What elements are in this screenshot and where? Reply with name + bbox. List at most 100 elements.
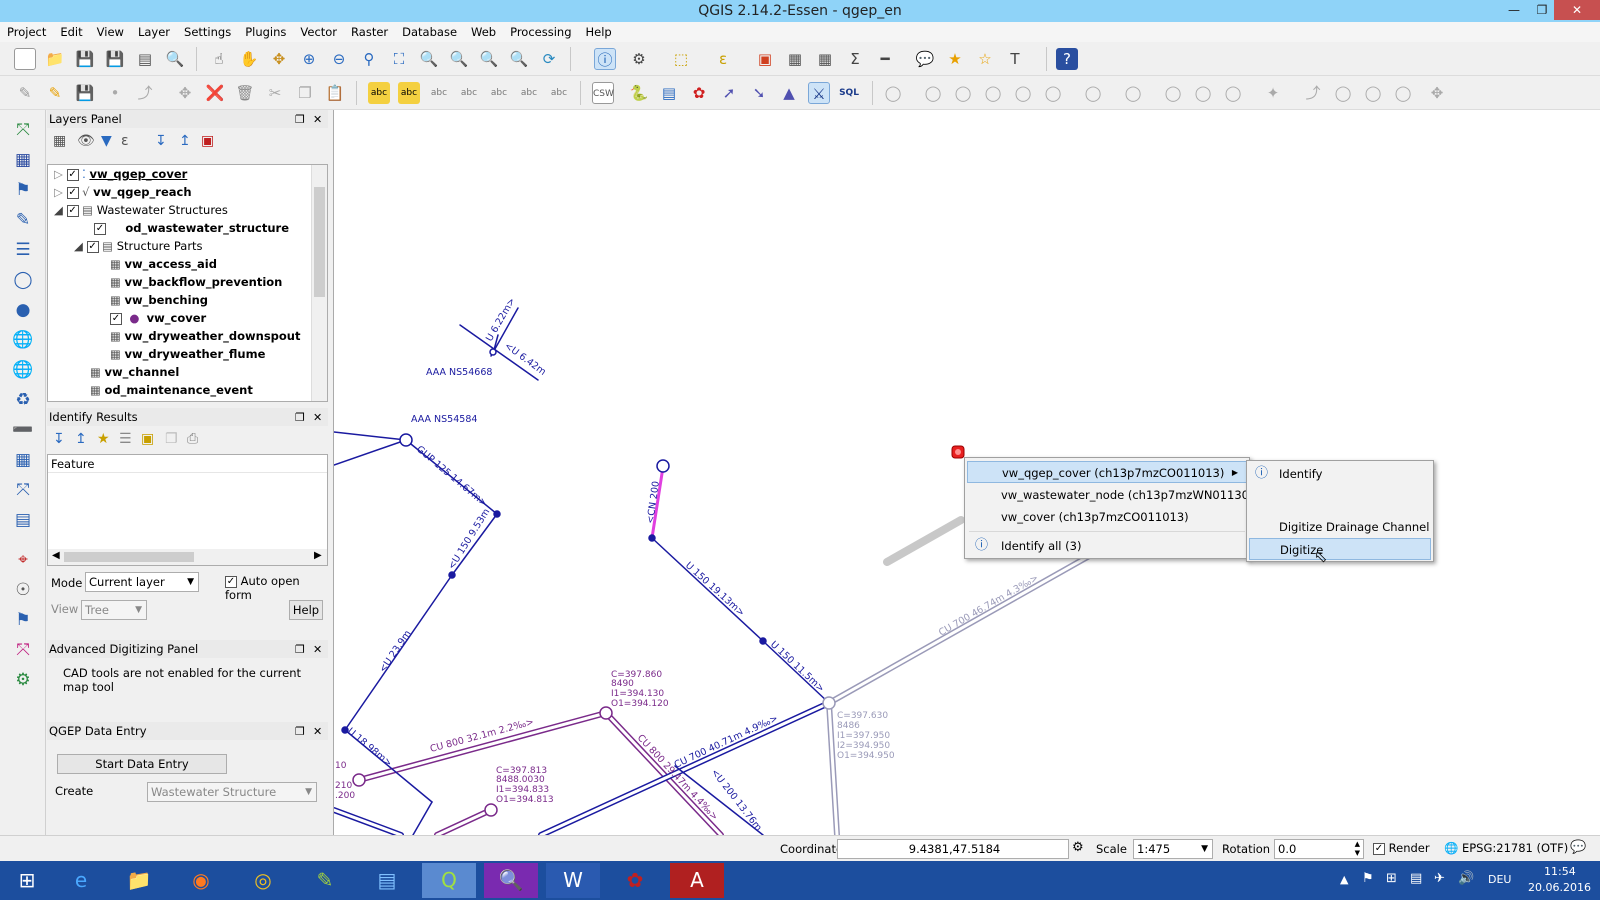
qgep-logo-icon[interactable]: ✿ [688,82,710,104]
offset-curve-icon[interactable]: ◯ [1082,82,1104,104]
access-icon[interactable]: A [670,863,724,898]
layer-row[interactable]: ▦ vw_benching [110,291,208,309]
add-oracle-layer-icon[interactable]: ● [10,298,36,322]
menu-edit[interactable]: Edit [53,22,89,42]
float-panel-icon[interactable]: ❐ [295,723,305,741]
layer-row[interactable]: ▦ vw_channel [90,363,179,381]
paste-features-icon[interactable]: 📋 [324,82,346,104]
split-parts-icon[interactable]: ◯ [1162,82,1184,104]
layer-row[interactable]: ▷ ✓ √ vw_qgep_reach [54,183,192,201]
delete-part-icon[interactable]: ◯ [1012,82,1034,104]
auto-open-form-checkbox[interactable]: ✓ Auto open form [225,574,328,602]
add-ring-icon[interactable]: ◯ [882,82,904,104]
add-circular-radius-icon[interactable]: ◯ [1362,82,1384,104]
add-mssql-layer-icon[interactable]: ☰ [10,238,36,262]
composer-manager-icon[interactable]: 🔍 [164,48,186,70]
zoom-layer-icon[interactable]: 🔍 [448,48,470,70]
close-panel-icon[interactable]: ✕ [313,111,322,129]
close-icon[interactable]: ✕ [1554,0,1600,20]
scale-select[interactable]: 1:475 ▼ [1133,839,1213,859]
pgadmin-icon[interactable]: ✿ [608,863,662,898]
add-group-icon[interactable]: ▦ [53,133,66,149]
pan-to-selection-icon[interactable]: ✥ [268,48,290,70]
expand-all-icon[interactable]: ↧ [155,133,167,149]
delete-selected-icon[interactable]: ❌ [204,82,226,104]
layer-row[interactable]: ▦ vw_dryweather_flume [110,345,265,363]
layer-group-row[interactable]: ◢ ✓ ▤ Wastewater Structures [54,201,228,219]
firefox-icon[interactable]: ◉ [174,863,228,898]
merge-attributes-icon[interactable]: ◯ [1222,82,1244,104]
menu-item-vw-cover[interactable]: vw_cover (ch13p7mzCO011013) [967,506,1247,528]
horizontal-scrollbar[interactable]: ◀ ▶ [48,549,327,565]
view-select[interactable]: Tree ▼ [81,600,147,620]
expand-new-icon[interactable]: ★ [97,431,110,447]
manage-visibility-icon[interactable]: 👁 [77,133,95,149]
save-project-icon[interactable]: 💾 [74,48,96,70]
cut-features-icon[interactable]: ✂ [264,82,286,104]
coordinate-field[interactable]: 9.4381,47.5184 [837,839,1069,859]
add-postgis-layer-icon[interactable]: ⚑ [10,178,36,202]
close-panel-icon[interactable]: ✕ [313,641,322,659]
delete-ring-icon[interactable]: ◯ [982,82,1004,104]
mode-select[interactable]: Current layer ▼ [85,572,199,592]
submenu-identify[interactable]: ⓘ Identify [1249,463,1431,485]
crs-status[interactable]: 🌐 EPSG:21781 (OTF) [1444,841,1568,855]
close-panel-icon[interactable]: ✕ [313,723,322,741]
map-tips-icon[interactable]: 💬 [914,48,936,70]
measure-icon[interactable]: ━ [874,48,896,70]
select-features-icon[interactable]: ⬚ [670,48,692,70]
heatmap-icon[interactable]: ⤧ [10,638,36,662]
identify-features-icon[interactable]: ⓘ [594,48,616,70]
remove-layer-icon[interactable]: ▣ [201,133,214,149]
new-project-icon[interactable] [14,48,36,70]
merge-selected-icon[interactable]: ◯ [1192,82,1214,104]
network-icon[interactable]: ▤ [1410,871,1422,886]
add-feature-icon[interactable]: • [104,82,126,104]
add-raster-layer-icon[interactable]: ▦ [10,148,36,172]
add-part-icon[interactable]: ◯ [952,82,974,104]
filter-legend-icon[interactable]: ▼ [101,133,112,149]
deselect-icon[interactable]: ▣ [754,48,776,70]
add-db2-layer-icon[interactable]: ◯ [10,268,36,292]
add-virtual-layer-icon[interactable]: ▦ [10,448,36,472]
refresh-icon[interactable]: ⟳ [538,48,560,70]
fill-ring-icon[interactable]: ◯ [922,82,944,104]
notepad-icon[interactable]: ✎ [298,863,352,898]
layer-row[interactable]: ▦ vw_backflow_prevention [110,273,282,291]
chrome-icon[interactable]: ◎ [236,863,290,898]
float-panel-icon[interactable]: ❐ [295,409,305,427]
move-feature-icon[interactable]: ⤴ [134,82,156,104]
gps-icon[interactable]: ⌖ [10,548,36,572]
zoom-full-icon[interactable]: ⛶ [388,48,410,70]
save-edits-icon[interactable]: 💾 [74,82,96,104]
toggle-editing-icon[interactable]: ✎ [44,82,66,104]
pin-labels-icon[interactable]: abc [398,82,420,104]
pan-icon[interactable]: ✋ [238,48,260,70]
show-hidden-icons[interactable]: ▲ [1340,873,1348,886]
airplane-icon[interactable]: ✈ [1434,871,1445,886]
print-response-icon[interactable]: ⎙ [187,431,198,447]
layer-row[interactable]: ✓ od_wastewater_structure [94,219,289,237]
field-calculator-icon[interactable]: ▦ [814,48,836,70]
add-wms-layer-icon[interactable]: 🌐 [10,328,36,352]
spatial-query-icon[interactable]: ⚙ [10,668,36,692]
label-properties-icon[interactable]: abc [548,82,570,104]
menu-processing[interactable]: Processing [503,22,578,42]
flag-icon[interactable]: ⚑ [1362,871,1374,886]
text-annotation-icon[interactable]: T [1004,48,1026,70]
print-composer-icon[interactable]: ▤ [134,48,156,70]
menu-project[interactable]: Project [0,22,53,42]
downstream-icon[interactable]: ➘ [748,82,770,104]
layer-tree-scrollbar[interactable] [311,165,327,401]
show-hide-labels-icon[interactable]: abc [428,82,450,104]
minimize-icon[interactable]: — [1500,0,1528,20]
simplify-icon[interactable]: ⤴ [1302,82,1324,104]
word-icon[interactable]: W [546,863,600,898]
start-button-icon[interactable]: ⊞ [0,863,54,898]
current-edits-icon[interactable]: ✎ [14,82,36,104]
csw-icon[interactable]: CSW [592,82,614,104]
help-button[interactable]: Help [289,600,323,620]
new-shapefile-icon[interactable]: ⤧ [10,478,36,502]
layer-row[interactable]: ▦ vw_access_aid [110,255,217,273]
add-circular-string-icon[interactable]: ◯ [1332,82,1354,104]
